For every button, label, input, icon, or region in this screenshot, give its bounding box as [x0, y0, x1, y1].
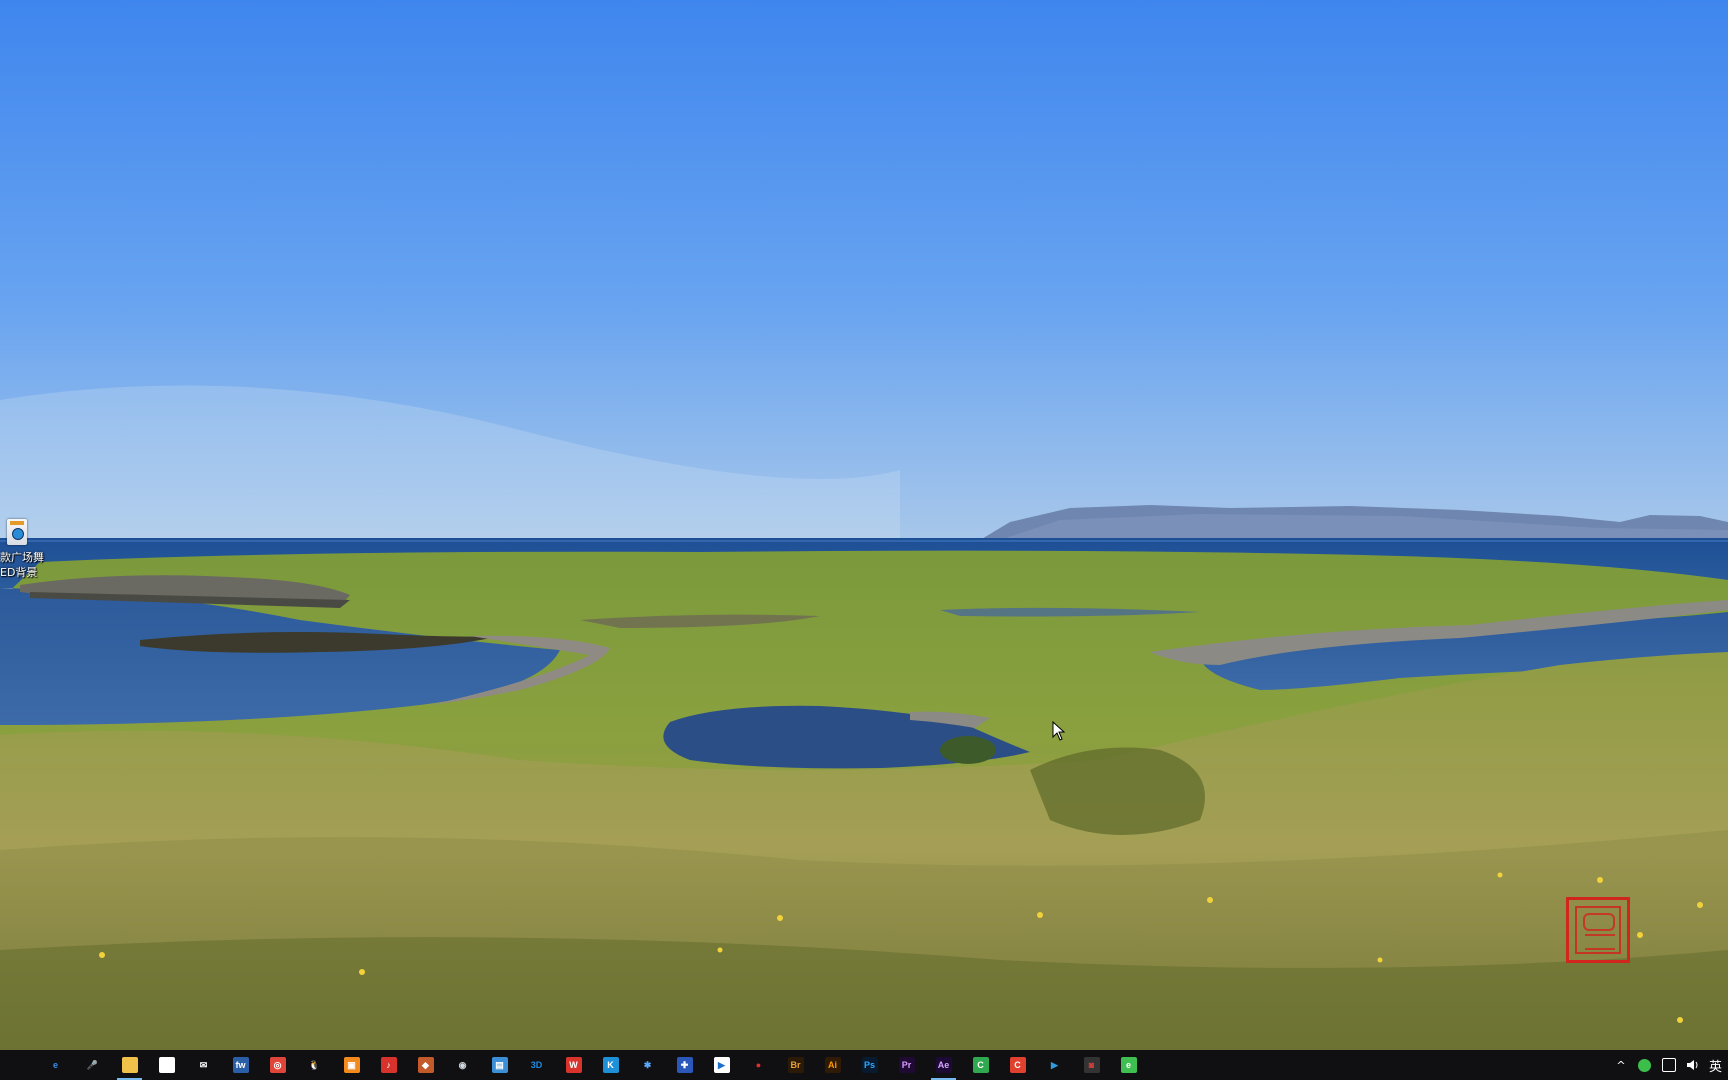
premiere-icon: Pr: [898, 1057, 915, 1073]
camtasia-icon: C: [972, 1057, 989, 1073]
fw-app-icon: fw: [232, 1057, 249, 1073]
after-effects-icon: Ae: [935, 1057, 952, 1073]
puzzle-app-icon: ✚: [676, 1057, 693, 1073]
illustrator-icon: Ai: [824, 1057, 841, 1073]
taskbar: e 🎤 ✉ fw ◎ 🐧 ▣ ♪ ◆ ◉ ▤ 3D W K ✱ ✚ ▶ ● Br Ai Ps Pr Ae C C ▶ ◙ e ^ 英: [0, 1050, 1728, 1080]
desktop-shortcut-label: 款广场舞 ED背景: [0, 550, 60, 580]
mouse-pointer-icon: [1052, 720, 1066, 741]
start-button: [12, 1058, 26, 1072]
network-app-icon: ✱: [643, 1059, 652, 1070]
bridge-icon: Br: [787, 1057, 804, 1073]
red-app-icon: ◎: [269, 1057, 286, 1073]
green-tray-icon[interactable]: [1633, 1050, 1657, 1080]
globe-app-icon: ◉: [458, 1059, 467, 1070]
record-app-icon: ●: [755, 1060, 762, 1070]
photoshop-taskbar-button[interactable]: Ps: [851, 1050, 888, 1080]
blue-window-taskbar-button[interactable]: ▤: [481, 1050, 518, 1080]
file-explorer-icon: [121, 1057, 138, 1073]
green-app-icon: e: [1120, 1057, 1137, 1073]
music-app-taskbar-button[interactable]: ♪: [370, 1050, 407, 1080]
cyan-app-icon: K: [602, 1057, 619, 1073]
input-method-indicator[interactable]: 英: [1705, 1056, 1728, 1075]
capture-app-icon: C: [1009, 1057, 1026, 1073]
screen-recorder-taskbar-button[interactable]: ◙: [1073, 1050, 1110, 1080]
edge-taskbar-button[interactable]: e: [37, 1050, 74, 1080]
red-seal-stamp: [1566, 897, 1630, 963]
premiere-taskbar-button[interactable]: Pr: [888, 1050, 925, 1080]
qq-icon: 🐧: [308, 1059, 321, 1070]
game-app-icon: ◆: [417, 1057, 434, 1073]
mail-icon: ✉: [199, 1059, 208, 1070]
red-app-taskbar-button[interactable]: ◎: [259, 1050, 296, 1080]
microphone-taskbar-button[interactable]: 🎤: [74, 1050, 111, 1080]
media-player-icon: ▶: [1051, 1059, 1058, 1070]
globe-app-taskbar-button[interactable]: ◉: [444, 1050, 481, 1080]
network-icon[interactable]: [1657, 1050, 1681, 1080]
desktop-wallpaper: [0, 0, 1728, 1050]
desktop-shortcut-label-line2: ED背景: [0, 566, 38, 579]
wps-taskbar-button[interactable]: W: [555, 1050, 592, 1080]
cyan-app-taskbar-button[interactable]: K: [592, 1050, 629, 1080]
volume-icon[interactable]: [1681, 1050, 1705, 1080]
system-tray: ^ 英: [1609, 1050, 1728, 1080]
camtasia-taskbar-button[interactable]: C: [962, 1050, 999, 1080]
mail-taskbar-button[interactable]: ✉: [185, 1050, 222, 1080]
file-explorer-taskbar-button[interactable]: [111, 1050, 148, 1080]
player-app-icon: ▶: [713, 1057, 730, 1073]
illustrator-taskbar-button[interactable]: Ai: [814, 1050, 851, 1080]
3d-app-taskbar-button[interactable]: 3D: [518, 1050, 555, 1080]
game-app-taskbar-button[interactable]: ◆: [407, 1050, 444, 1080]
microphone-icon: 🎤: [86, 1059, 99, 1070]
start-button-taskbar-button[interactable]: [0, 1050, 37, 1080]
fw-app-taskbar-button[interactable]: fw: [222, 1050, 259, 1080]
green-app-taskbar-button[interactable]: e: [1110, 1050, 1147, 1080]
capture-app-taskbar-button[interactable]: C: [999, 1050, 1036, 1080]
bridge-taskbar-button[interactable]: Br: [777, 1050, 814, 1080]
show-hidden-icons-chevron[interactable]: ^: [1609, 1050, 1633, 1080]
3d-app-icon: 3D: [530, 1060, 543, 1070]
store-taskbar-button[interactable]: [148, 1050, 185, 1080]
music-app-icon: ♪: [380, 1057, 397, 1073]
after-effects-taskbar-button[interactable]: Ae: [925, 1050, 962, 1080]
qq-taskbar-button[interactable]: 🐧: [296, 1050, 333, 1080]
store-icon: [158, 1057, 175, 1073]
edge-icon: e: [52, 1060, 58, 1070]
desktop-shortcut-label-line1: 款广场舞: [0, 551, 44, 564]
blue-window-icon: ▤: [491, 1057, 508, 1073]
wps-icon: W: [565, 1057, 582, 1073]
orange-app-taskbar-button[interactable]: ▣: [333, 1050, 370, 1080]
taskbar-apps: e 🎤 ✉ fw ◎ 🐧 ▣ ♪ ◆ ◉ ▤ 3D W K ✱ ✚ ▶ ● Br Ai Ps Pr Ae C C ▶ ◙ e: [0, 1050, 1147, 1080]
player-app-taskbar-button[interactable]: ▶: [703, 1050, 740, 1080]
media-player-taskbar-button[interactable]: ▶: [1036, 1050, 1073, 1080]
screen-recorder-icon: ◙: [1083, 1057, 1100, 1073]
record-app-taskbar-button[interactable]: ●: [740, 1050, 777, 1080]
photoshop-icon: Ps: [861, 1057, 878, 1073]
video-file-icon: [7, 519, 27, 545]
network-app-taskbar-button[interactable]: ✱: [629, 1050, 666, 1080]
orange-app-icon: ▣: [343, 1057, 360, 1073]
puzzle-app-taskbar-button[interactable]: ✚: [666, 1050, 703, 1080]
